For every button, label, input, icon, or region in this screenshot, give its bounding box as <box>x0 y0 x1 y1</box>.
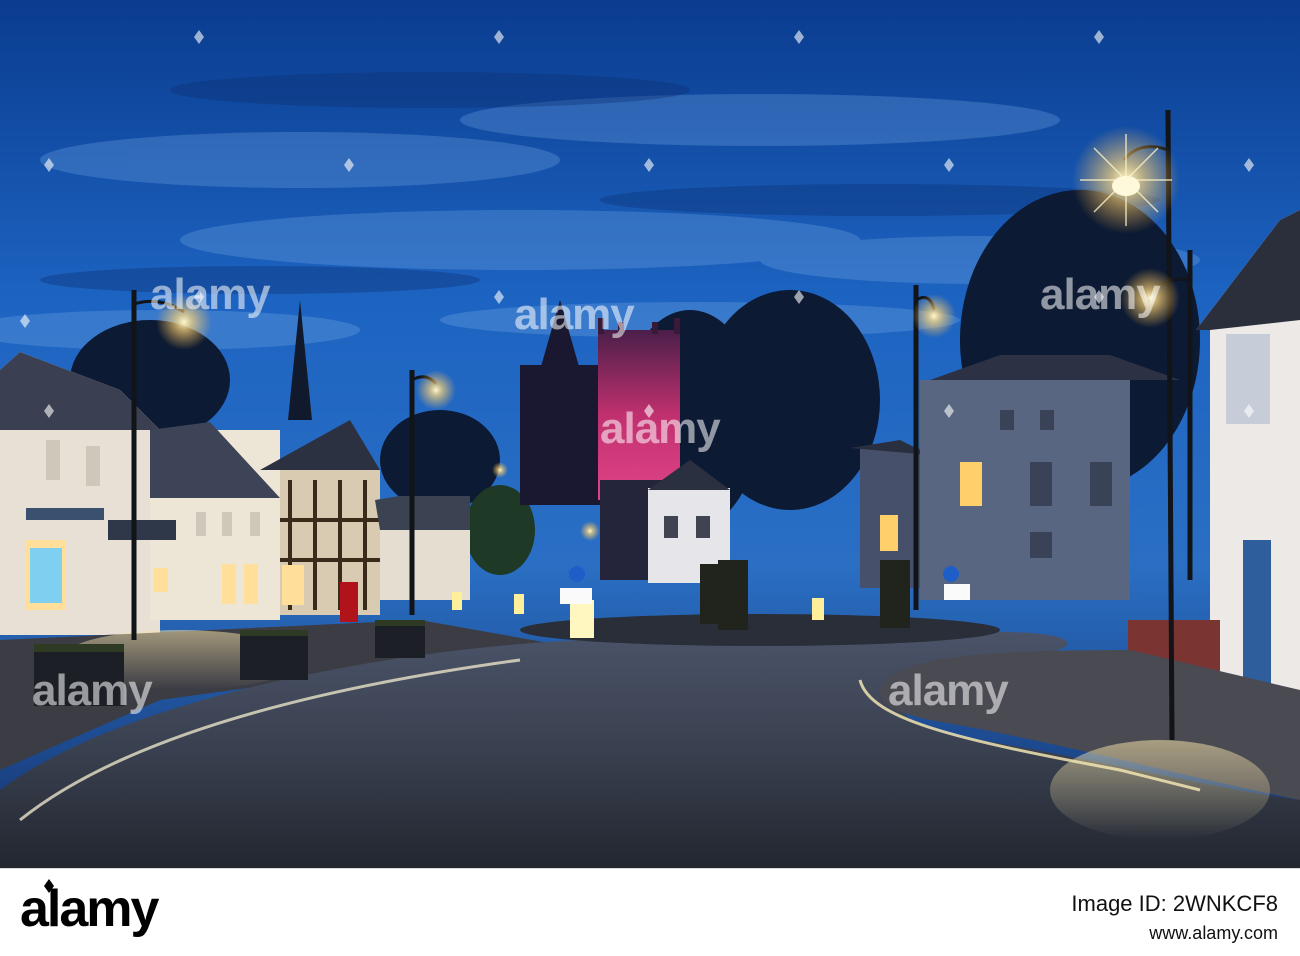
stock-photo-frame: alamy alamy alamy alamy alamy alamy alam… <box>0 0 1300 956</box>
site-link[interactable]: www.alamy.com <box>1149 923 1278 944</box>
image-id-label: Image ID: 2WNKCF8 <box>1071 891 1278 916</box>
town-square-dusk-photo <box>0 0 1300 868</box>
stock-footer-bar: alamy Image ID: 2WNKCF8 www.alamy.com <box>0 868 1300 956</box>
brand-logo[interactable]: alamy <box>20 883 159 935</box>
